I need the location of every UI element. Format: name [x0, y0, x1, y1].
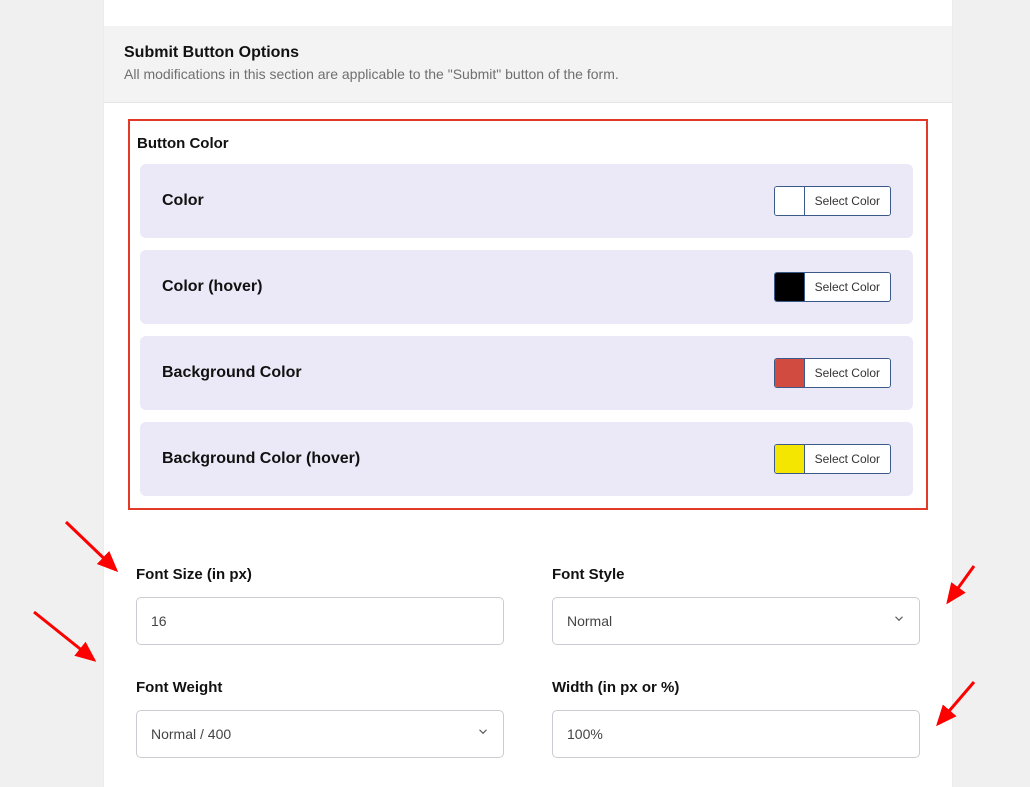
settings-panel: Submit Button Options All modifications … [104, 0, 952, 787]
section-title: Submit Button Options [124, 44, 932, 62]
font-weight-field-group: Font Weight Normal / 400 [136, 679, 504, 758]
section-description: All modifications in this section are ap… [124, 66, 932, 82]
button-color-section: Button Color Color Select Color Color (h… [104, 103, 952, 520]
width-label: Width (in px or %) [552, 679, 920, 696]
font-style-label: Font Style [552, 566, 920, 583]
color-row: Background Color Select Color [140, 336, 913, 410]
color-swatch[interactable] [775, 187, 805, 215]
color-picker[interactable]: Select Color [774, 186, 891, 216]
section-header: Submit Button Options All modifications … [104, 26, 952, 103]
width-field-group: Width (in px or %) [552, 679, 920, 758]
color-row: Color (hover) Select Color [140, 250, 913, 324]
select-color-button[interactable]: Select Color [805, 359, 890, 387]
color-hover-label: Color (hover) [162, 278, 262, 296]
color-swatch[interactable] [775, 359, 805, 387]
color-label: Color [162, 192, 204, 210]
select-color-button[interactable]: Select Color [805, 445, 890, 473]
color-swatch[interactable] [775, 273, 805, 301]
font-style-field-group: Font Style Normal [552, 566, 920, 645]
background-color-picker[interactable]: Select Color [774, 358, 891, 388]
font-weight-label: Font Weight [136, 679, 504, 696]
font-style-select-wrap: Normal [552, 597, 920, 645]
color-row: Color Select Color [140, 164, 913, 238]
background-color-hover-label: Background Color (hover) [162, 450, 360, 468]
annotation-arrow-icon [30, 606, 102, 670]
form-grid: Font Size (in px) Font Style Normal Font… [104, 520, 952, 778]
color-swatch[interactable] [775, 445, 805, 473]
highlight-box: Button Color Color Select Color Color (h… [128, 119, 928, 510]
select-color-button[interactable]: Select Color [805, 187, 890, 215]
select-color-button[interactable]: Select Color [805, 273, 890, 301]
font-size-field-group: Font Size (in px) [136, 566, 504, 645]
font-size-label: Font Size (in px) [136, 566, 504, 583]
font-weight-select-wrap: Normal / 400 [136, 710, 504, 758]
button-color-heading: Button Color [137, 135, 918, 152]
width-input[interactable] [552, 710, 920, 758]
background-color-hover-picker[interactable]: Select Color [774, 444, 891, 474]
font-size-input[interactable] [136, 597, 504, 645]
color-hover-picker[interactable]: Select Color [774, 272, 891, 302]
color-row: Background Color (hover) Select Color [140, 422, 913, 496]
background-color-label: Background Color [162, 364, 302, 382]
font-style-select[interactable]: Normal [552, 597, 920, 645]
font-weight-select[interactable]: Normal / 400 [136, 710, 504, 758]
